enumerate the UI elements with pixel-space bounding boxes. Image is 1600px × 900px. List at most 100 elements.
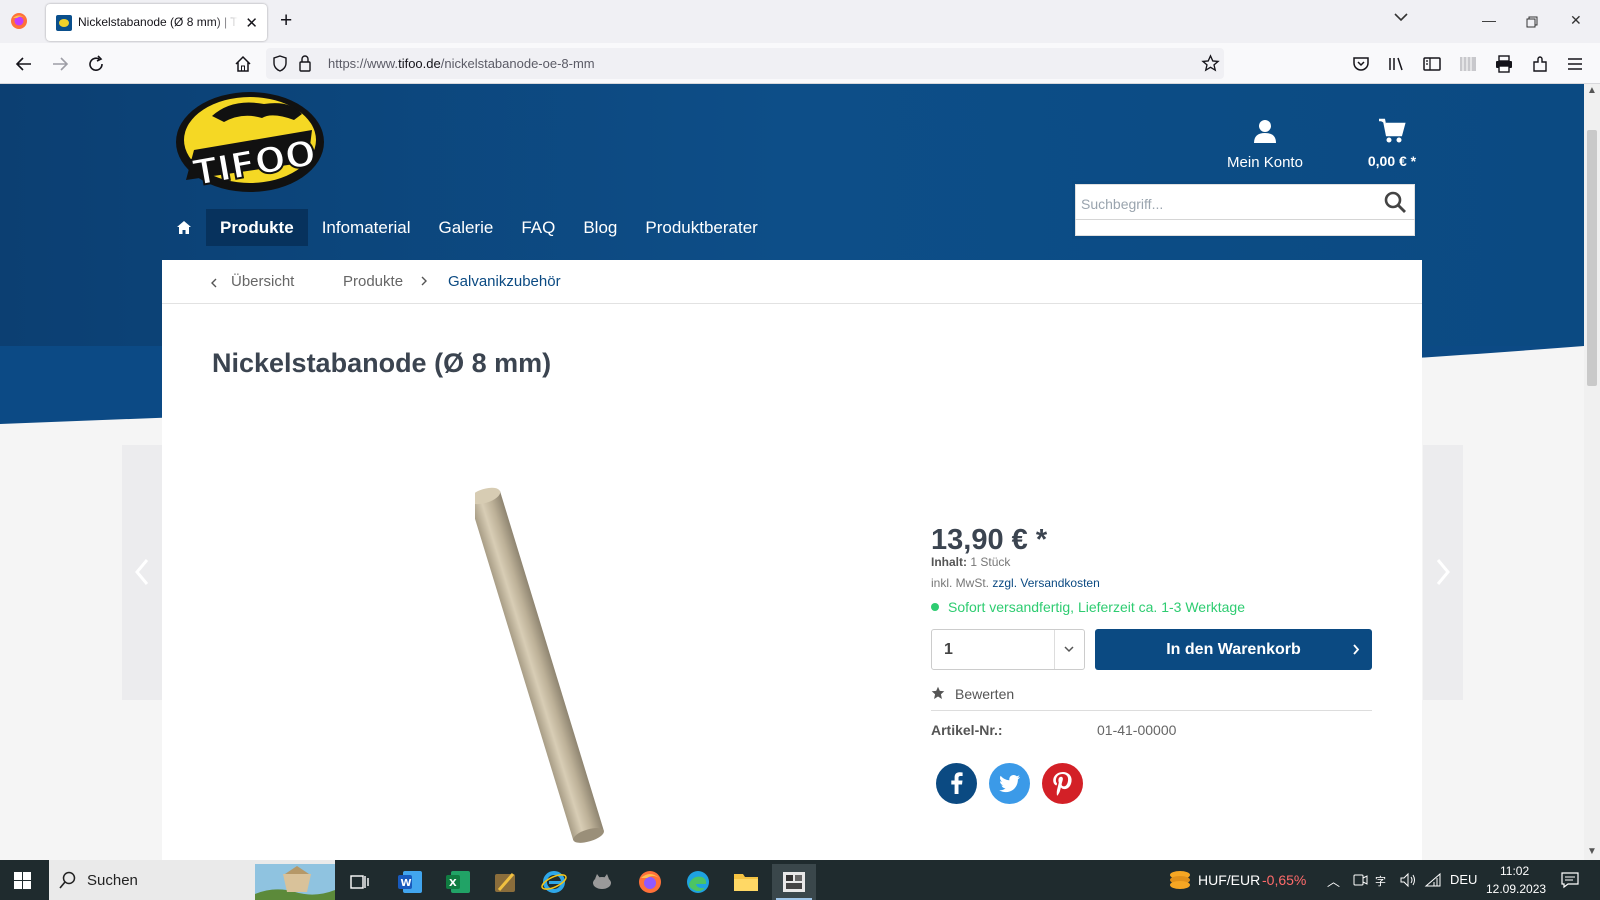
account-button[interactable]: Mein Konto	[1220, 118, 1310, 171]
browser-tabbar: Nickelstabanode (Ø 8 mm) | Tifoo ✕ + — ✕	[0, 0, 1600, 43]
volume-icon[interactable]	[1399, 872, 1417, 888]
add-to-cart-button[interactable]: In den Warenkorb	[1095, 629, 1372, 670]
language-indicator[interactable]: DEU	[1450, 872, 1477, 887]
pinterest-share-button[interactable]	[1042, 763, 1083, 804]
currency-pair[interactable]: HUF/EUR	[1198, 872, 1260, 888]
taskbar-active-app[interactable]	[772, 864, 816, 900]
nav-item-infomaterial[interactable]: Infomaterial	[308, 209, 425, 246]
home-icon[interactable]	[233, 54, 253, 74]
cart-button[interactable]: 0,00 € *	[1352, 118, 1432, 169]
article-number-label: Artikel-Nr.:	[931, 722, 1003, 738]
nav-item-produktberater[interactable]: Produktberater	[631, 209, 771, 246]
taskbar-task-view[interactable]	[338, 864, 382, 900]
browser-tab-active[interactable]: Nickelstabanode (Ø 8 mm) | Tifoo ✕	[46, 4, 267, 41]
menu-hamburger-icon[interactable]	[1565, 54, 1585, 74]
pocket-icon[interactable]	[1351, 54, 1371, 74]
sidebar-icon[interactable]	[1422, 54, 1442, 74]
excel-icon: X	[446, 871, 470, 893]
nav-item-blog[interactable]: Blog	[569, 209, 631, 246]
home-icon	[177, 221, 191, 234]
quantity-value: 1	[944, 641, 953, 658]
tray-chevron-up-icon[interactable]: ︿	[1327, 871, 1340, 890]
taskbar-excel[interactable]: X	[436, 864, 480, 900]
availability-dot-icon	[931, 603, 939, 611]
extensions-puzzle-icon[interactable]	[1530, 54, 1550, 74]
close-window-icon[interactable]: ✕	[1570, 12, 1582, 29]
shipping-costs-link[interactable]: zzgl. Versandkosten	[992, 576, 1099, 590]
edge-icon	[687, 871, 709, 893]
photo-app-icon	[783, 872, 805, 892]
nav-item-faq[interactable]: FAQ	[507, 209, 569, 246]
close-tab-icon[interactable]: ✕	[245, 14, 258, 32]
taskbar-internet-explorer[interactable]	[532, 864, 576, 900]
breadcrumb-back[interactable]: Übersicht	[231, 273, 294, 290]
tool-app-icon	[495, 873, 515, 892]
chevron-left-icon	[135, 559, 149, 585]
reload-icon[interactable]	[86, 54, 106, 74]
breadcrumb: Übersicht Produkte Galvanikzubehör	[162, 260, 1422, 304]
taskbar-firefox[interactable]	[628, 864, 672, 900]
chevron-left-icon	[211, 278, 217, 288]
facebook-share-button[interactable]	[936, 763, 977, 804]
currency-widget-icon[interactable]	[1168, 869, 1192, 891]
library-icon[interactable]	[1386, 54, 1406, 74]
taskbar-file-explorer[interactable]	[724, 864, 768, 900]
firefox-icon[interactable]	[10, 12, 28, 30]
tab-list-chevron-icon[interactable]	[1394, 12, 1408, 22]
tracking-shield-icon[interactable]	[272, 55, 288, 72]
extension-icon[interactable]	[1458, 54, 1478, 74]
cart-total: 0,00 € *	[1367, 153, 1417, 169]
taskbar-cat-app[interactable]	[580, 864, 624, 900]
search-divider	[1075, 219, 1415, 220]
product-content-info: Inhalt: 1 Stück	[931, 555, 1011, 569]
twitter-share-button[interactable]	[989, 763, 1030, 804]
search-icon[interactable]	[1383, 190, 1407, 214]
taskbar-app-tool[interactable]	[484, 864, 528, 900]
lock-icon[interactable]	[298, 55, 312, 72]
nav-item-produkte[interactable]: Produkte	[206, 209, 308, 246]
restore-icon[interactable]	[1526, 16, 1538, 28]
back-icon[interactable]	[14, 54, 34, 74]
product-image[interactable]	[475, 470, 620, 845]
nav-item-galerie[interactable]: Galerie	[425, 209, 508, 246]
scrollbar-thumb[interactable]	[1587, 130, 1597, 386]
quantity-divider	[1054, 630, 1055, 669]
print-icon[interactable]	[1494, 54, 1514, 74]
product-content: Übersicht Produkte Galvanikzubehör Nicke…	[162, 260, 1422, 860]
bookmark-star-icon[interactable]	[1201, 54, 1220, 73]
taskbar-edge[interactable]	[676, 864, 720, 900]
page-scrollbar[interactable]: ▲ ▼	[1584, 84, 1600, 860]
url-text: https://www.tifoo.de/nickelstabanode-oe-…	[328, 56, 595, 71]
twitter-icon	[999, 775, 1020, 793]
new-tab-icon[interactable]: +	[280, 9, 292, 33]
tifoo-logo[interactable]: TIFOO	[172, 90, 327, 198]
quantity-select[interactable]: 1	[931, 629, 1085, 670]
breadcrumb-produkte[interactable]: Produkte	[343, 273, 403, 290]
url-bar[interactable]: https://www.tifoo.de/nickelstabanode-oe-…	[266, 48, 1224, 79]
clock-date[interactable]: 12.09.2023	[1486, 882, 1546, 896]
nav-home[interactable]	[172, 209, 196, 246]
scroll-down-icon[interactable]: ▼	[1587, 846, 1597, 857]
taskbar-word[interactable]: W	[388, 864, 432, 900]
cart-icon	[1379, 118, 1406, 143]
clock-time[interactable]: 11:02	[1500, 864, 1529, 878]
scroll-up-icon[interactable]: ▲	[1587, 85, 1597, 96]
notifications-icon[interactable]	[1561, 871, 1579, 889]
rate-link[interactable]: Bewerten	[931, 685, 1372, 711]
wifi-icon[interactable]	[1424, 872, 1442, 888]
svg-text:W: W	[401, 878, 412, 889]
minimize-icon[interactable]: —	[1482, 12, 1496, 28]
user-icon	[1254, 120, 1276, 143]
taskbar-search[interactable]: Suchen	[49, 860, 335, 900]
search-input[interactable]	[1081, 189, 1371, 219]
search-icon	[59, 871, 76, 889]
breadcrumb-galvanikzubehoer[interactable]: Galvanikzubehör	[448, 273, 561, 290]
forward-icon[interactable]	[50, 54, 70, 74]
meet-now-icon[interactable]	[1352, 872, 1368, 888]
windows-start-icon[interactable]	[14, 872, 31, 889]
image-prev-button[interactable]	[122, 445, 162, 700]
input-method-icon[interactable]: 字	[1375, 872, 1391, 888]
folder-icon	[734, 874, 758, 891]
image-next-button[interactable]	[1423, 445, 1463, 700]
chevron-right-icon	[1353, 644, 1360, 655]
